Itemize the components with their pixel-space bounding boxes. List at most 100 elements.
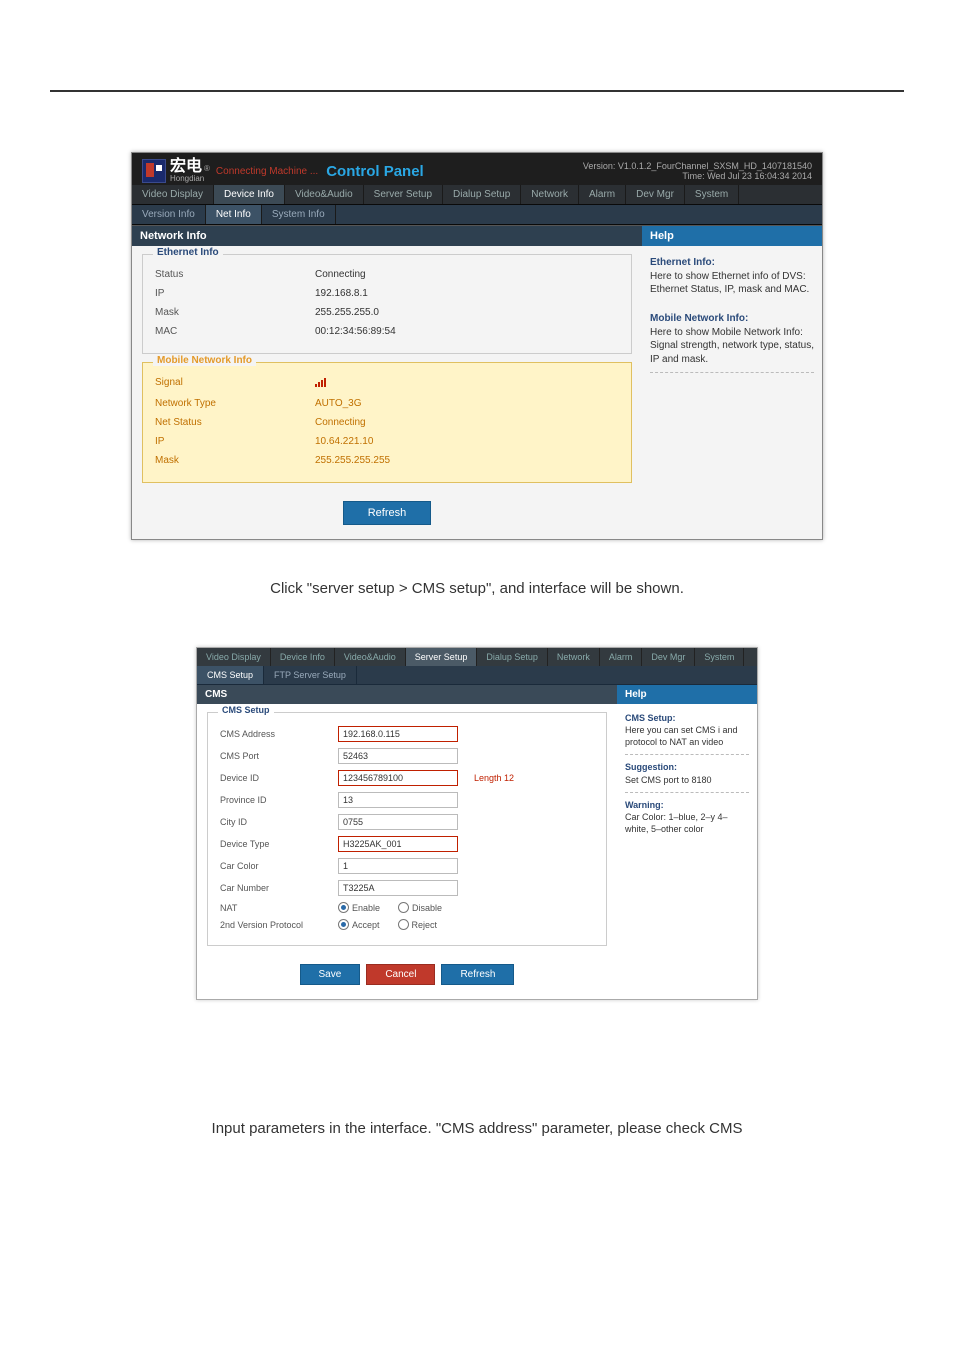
tab-dev-mgr[interactable]: Dev Mgr <box>626 185 685 204</box>
input-device-id[interactable]: 123456789100 <box>338 770 458 786</box>
help-mobile-heading: Mobile Network Info: <box>650 312 814 326</box>
cancel-button[interactable]: Cancel <box>366 964 435 985</box>
group-mobile-network-info: Mobile Network Info SignalNetwork TypeAU… <box>142 362 632 483</box>
length-hint: Length 12 <box>474 773 514 783</box>
group-legend-ethernet: Ethernet Info <box>153 247 223 258</box>
page-top-rule <box>50 90 904 92</box>
row-province-id: Province ID 13 <box>220 789 594 811</box>
label: Province ID <box>220 795 330 805</box>
subtab-cms-setup[interactable]: CMS Setup <box>197 666 264 684</box>
help-ethernet-heading: Ethernet Info: <box>650 256 814 270</box>
row-city-id: City ID 0755 <box>220 811 594 833</box>
label: City ID <box>220 817 330 827</box>
tab-dialup-setup[interactable]: Dialup Setup <box>443 185 521 204</box>
label: IP <box>155 288 315 299</box>
input-device-type[interactable]: H3225AK_001 <box>338 836 458 852</box>
signal-strength-icon <box>315 377 326 390</box>
help-panel: Help Ethernet Info: Here to show Etherne… <box>642 226 822 539</box>
caption-cms-setup-nav: Click "server setup > CMS setup", and in… <box>50 580 904 597</box>
tab-system[interactable]: System <box>695 648 744 666</box>
refresh-button[interactable]: Refresh <box>343 501 432 525</box>
tab-system[interactable]: System <box>685 185 739 204</box>
value: 10.64.221.10 <box>315 436 373 447</box>
tab-dev-mgr[interactable]: Dev Mgr <box>642 648 695 666</box>
value: Connecting <box>315 269 366 280</box>
primary-tabs: Video DisplayDevice InfoVideo&AudioServe… <box>197 648 757 666</box>
help-title: Help <box>617 685 757 704</box>
subtab-net-info[interactable]: Net Info <box>206 205 262 224</box>
row-device-type: Device TypeH3225AK_001 <box>220 833 594 855</box>
tab-video-display[interactable]: Video Display <box>132 185 214 204</box>
row-nat: NAT Enable Disable <box>220 899 594 916</box>
row-device-id: Device ID123456789100Length 12 <box>220 767 594 789</box>
brand-logo-icon <box>142 159 166 183</box>
tab-alarm[interactable]: Alarm <box>579 185 626 204</box>
row-car-color: Car Color1 <box>220 855 594 877</box>
value: 255.255.255.0 <box>315 307 379 318</box>
save-button[interactable]: Save <box>300 964 361 985</box>
version-label: Version: V1.0.1.2_FourChannel_SXSM_HD_14… <box>583 161 812 171</box>
label: CMS Address <box>220 729 330 739</box>
panel-title-network-info: Network Info <box>132 226 642 246</box>
subtab-ftp-server-setup[interactable]: FTP Server Setup <box>264 666 357 684</box>
row-mask: Mask255.255.255.0 <box>155 303 619 322</box>
row-signal: Signal <box>155 373 619 394</box>
tab-device-info[interactable]: Device Info <box>271 648 335 666</box>
secondary-tabs: Version InfoNet InfoSystem Info <box>132 205 822 225</box>
radio-nat-enable[interactable]: Enable <box>338 902 380 913</box>
help-panel: Help CMS Setup: Here you can set CMS i a… <box>617 685 757 999</box>
row-car-number: Car Number T3225A <box>220 877 594 899</box>
panel-title-cms: CMS <box>197 685 617 704</box>
tab-network[interactable]: Network <box>548 648 600 666</box>
tab-server-setup[interactable]: Server Setup <box>406 648 478 666</box>
row-network-type: Network TypeAUTO_3G <box>155 394 619 413</box>
brand-name-cn: 宏电 <box>170 158 202 175</box>
tab-video-audio[interactable]: Video&Audio <box>285 185 364 204</box>
label: Mask <box>155 307 315 318</box>
tab-video-display[interactable]: Video Display <box>197 648 271 666</box>
row-net-status: Net StatusConnecting <box>155 413 619 432</box>
label: IP <box>155 436 315 447</box>
refresh-button[interactable]: Refresh <box>441 964 514 985</box>
input-cms-address[interactable]: 192.168.0.115 <box>338 726 458 742</box>
subtab-system-info[interactable]: System Info <box>262 205 336 224</box>
help-ethernet-text: Here to show Ethernet info of DVS: Ether… <box>650 271 809 296</box>
group-legend-cms: CMS Setup <box>218 705 274 715</box>
group-cms-setup: CMS Setup CMS Address192.168.0.115CMS Po… <box>207 712 607 946</box>
brand-logo: 宏电® Hongdian <box>142 159 210 183</box>
screenshot-cms-setup: Video DisplayDevice InfoVideo&AudioServe… <box>196 647 758 1000</box>
input-car-number[interactable]: T3225A <box>338 880 458 896</box>
row-2nd-version-protocol: 2nd Version Protocol Accept Reject <box>220 916 594 933</box>
tab-server-setup[interactable]: Server Setup <box>364 185 443 204</box>
row-status: StatusConnecting <box>155 265 619 284</box>
input-province-id[interactable]: 13 <box>338 792 458 808</box>
label: Car Number <box>220 883 330 893</box>
row-cms-port: CMS Port52463 <box>220 745 594 767</box>
help-mobile-text: Here to show Mobile Network Info: Signal… <box>650 327 814 365</box>
footer-note: Input parameters in the interface. "CMS … <box>50 1120 904 1137</box>
help-cms-setup-text: Here you can set CMS i and protocol to N… <box>625 725 738 747</box>
value: AUTO_3G <box>315 398 362 409</box>
radio-nat-disable[interactable]: Disable <box>398 902 442 913</box>
radio-proto-accept[interactable]: Accept <box>338 919 380 930</box>
radio-proto-reject[interactable]: Reject <box>398 919 438 930</box>
row-mask: Mask255.255.255.255 <box>155 451 619 470</box>
connecting-machine-label: Connecting Machine ... <box>216 166 318 177</box>
tab-video-audio[interactable]: Video&Audio <box>335 648 406 666</box>
tab-dialup-setup[interactable]: Dialup Setup <box>477 648 548 666</box>
brand-name-en: Hongdian <box>170 175 210 183</box>
label-2nd-protocol: 2nd Version Protocol <box>220 920 330 930</box>
input-cms-port[interactable]: 52463 <box>338 748 458 764</box>
value: 00:12:34:56:89:54 <box>315 326 396 337</box>
label: Net Status <box>155 417 315 428</box>
group-legend-mobile: Mobile Network Info <box>153 355 256 366</box>
time-label: Time: Wed Jul 23 16:04:34 2014 <box>583 171 812 181</box>
primary-tabs: Video DisplayDevice InfoVideo&AudioServe… <box>132 185 822 205</box>
subtab-version-info[interactable]: Version Info <box>132 205 206 224</box>
row-ip: IP10.64.221.10 <box>155 432 619 451</box>
tab-alarm[interactable]: Alarm <box>600 648 643 666</box>
input-city-id[interactable]: 0755 <box>338 814 458 830</box>
tab-device-info[interactable]: Device Info <box>214 185 285 204</box>
input-car-color[interactable]: 1 <box>338 858 458 874</box>
tab-network[interactable]: Network <box>521 185 579 204</box>
